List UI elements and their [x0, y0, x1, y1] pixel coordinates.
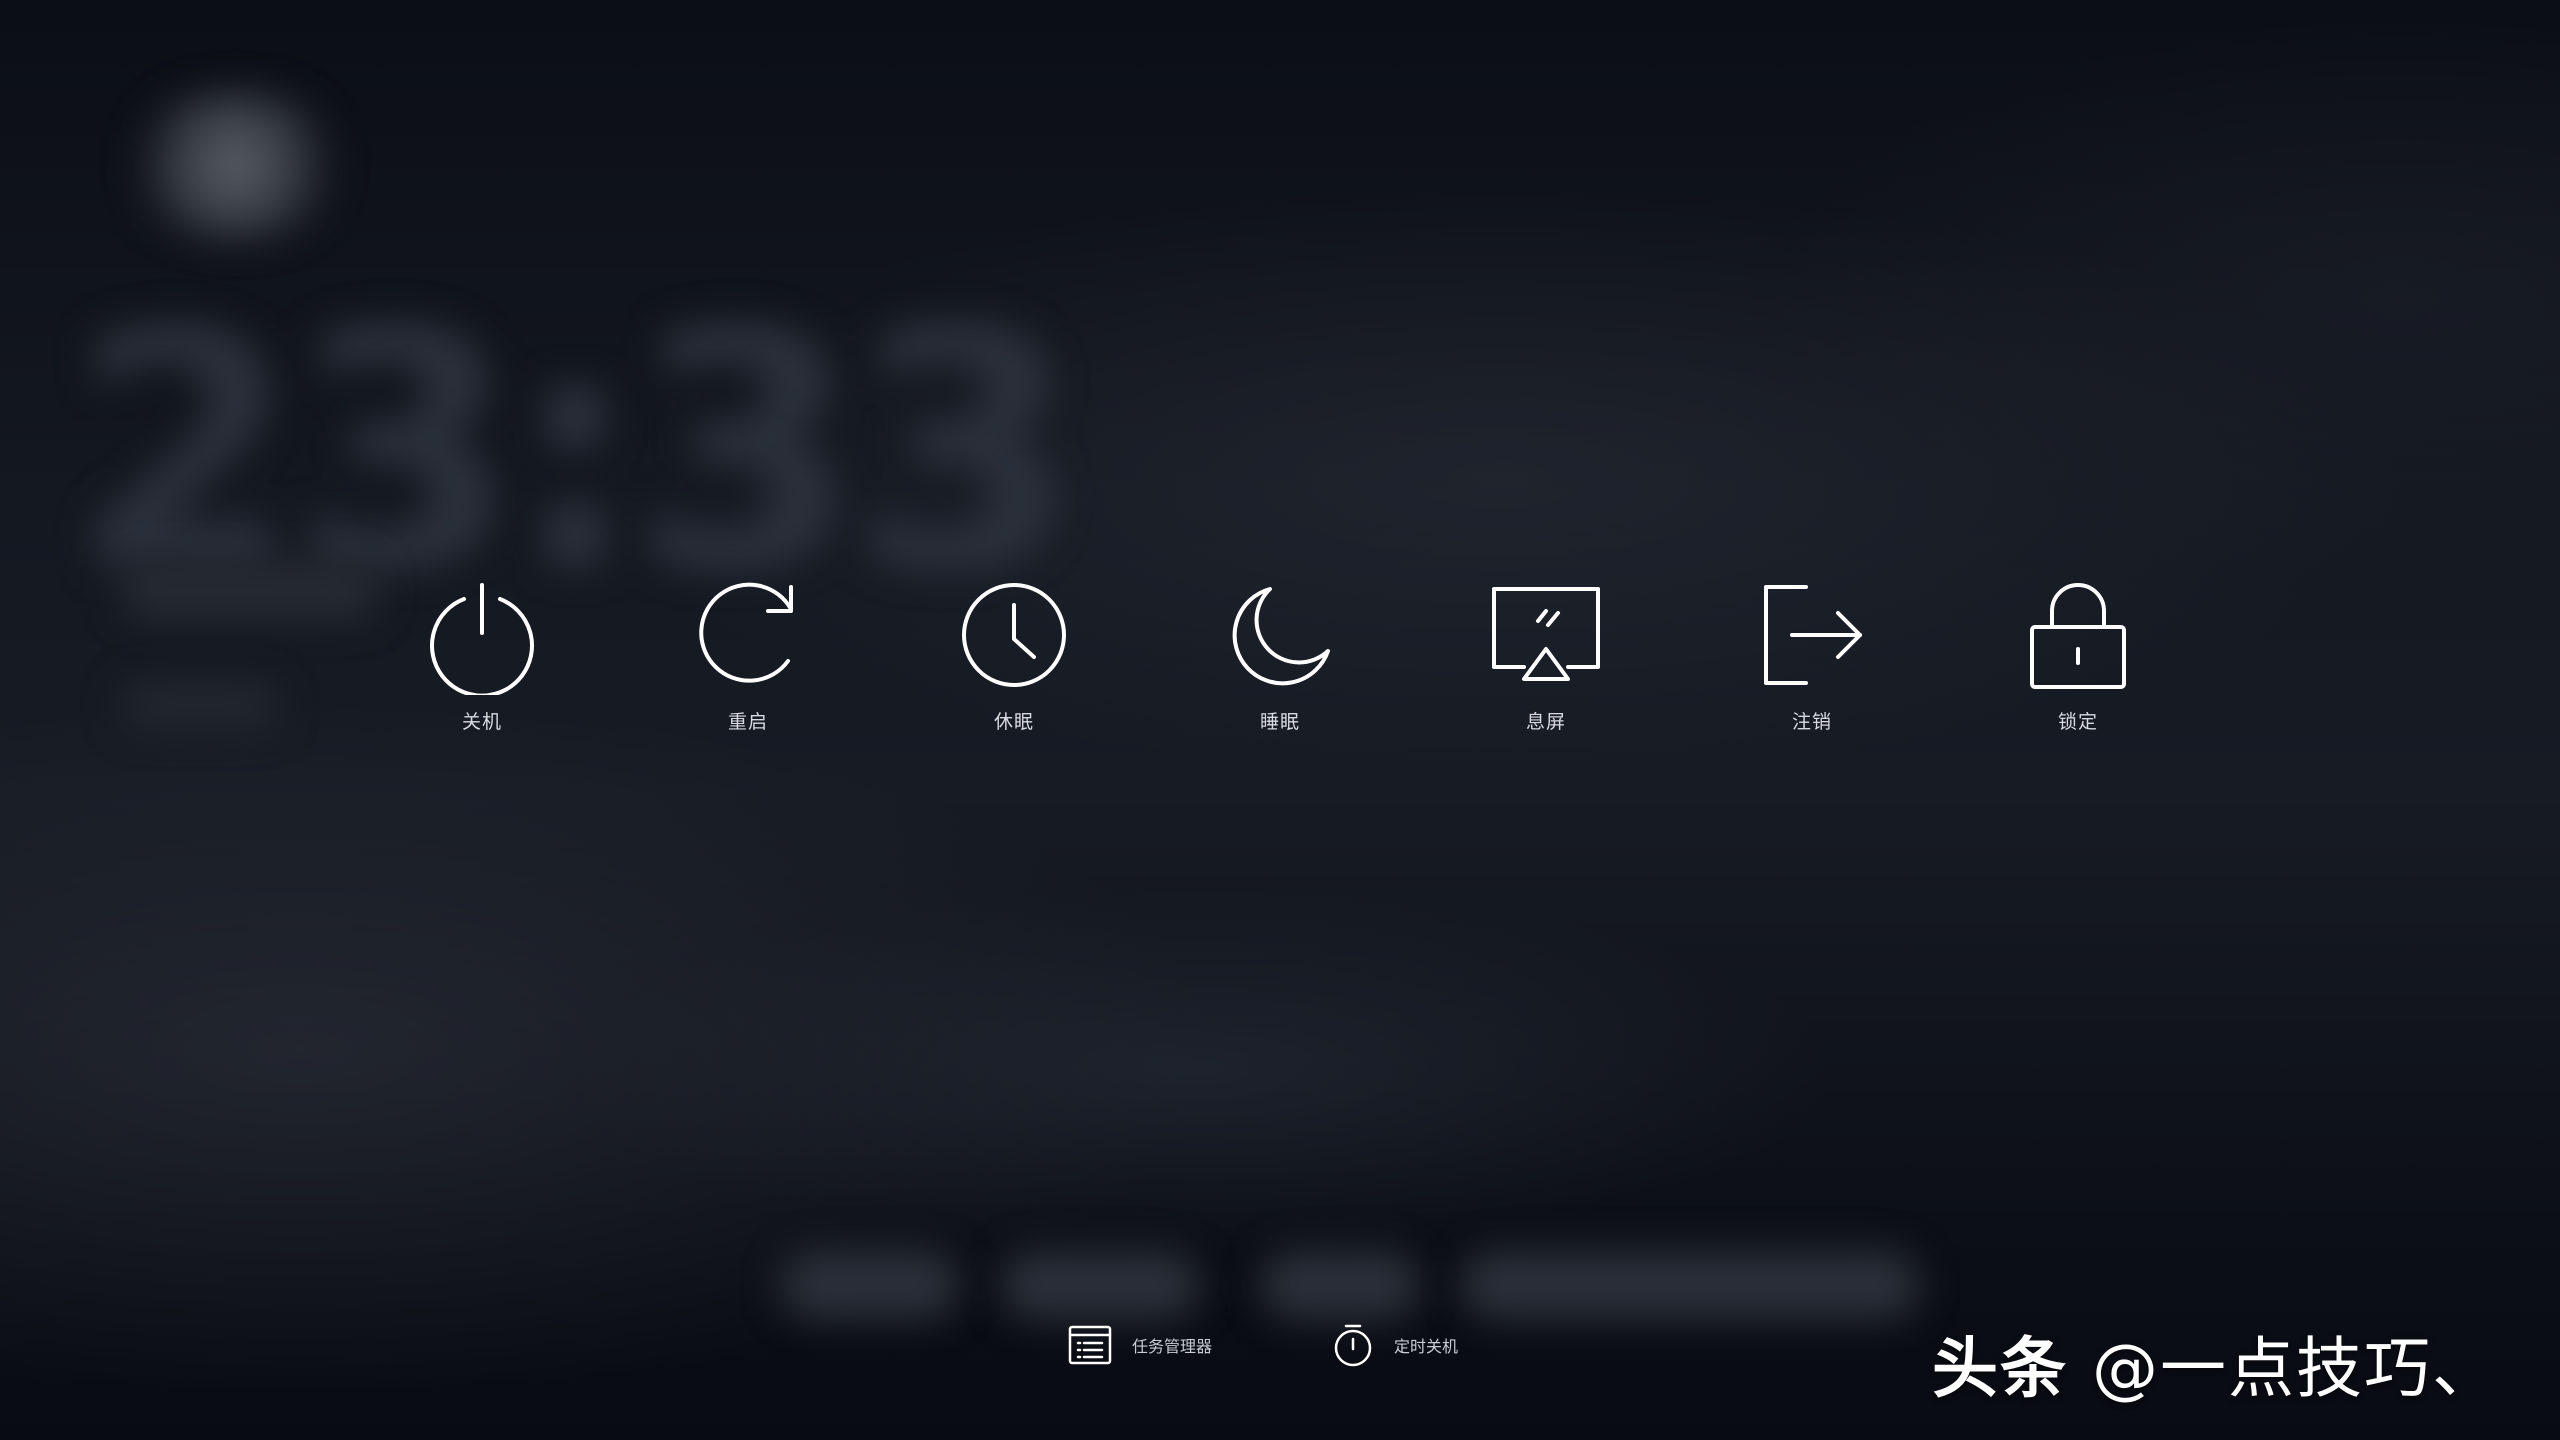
clock-icon — [954, 575, 1074, 695]
task-manager-button[interactable]: 任务管理器 — [1068, 1318, 1212, 1372]
shutdown-label: 关机 — [461, 711, 502, 733]
shutdown-button[interactable]: 关机 — [382, 575, 582, 755]
watermark-brand: 头条 — [1932, 1330, 2068, 1407]
sleep-button[interactable]: 睡眠 — [1180, 575, 1380, 755]
task-manager-label: 任务管理器 — [1132, 1337, 1213, 1356]
lock-label: 锁定 — [2057, 711, 2098, 733]
stopwatch-icon — [1332, 1323, 1374, 1367]
monitor-icon — [1486, 575, 1606, 695]
screen-off-label: 息屏 — [1525, 711, 1566, 733]
logout-label: 注销 — [1791, 711, 1832, 733]
background-blur-pill — [780, 1250, 960, 1320]
watermark: 头条 @一点技巧、 — [1932, 1318, 2500, 1408]
screen-off-button[interactable]: 息屏 — [1446, 575, 1646, 755]
sleep-label: 睡眠 — [1259, 711, 1300, 733]
restart-icon — [688, 575, 808, 695]
hibernate-button[interactable]: 休眠 — [914, 575, 1114, 755]
logout-icon — [1752, 575, 1872, 695]
power-menu-screen: 23:33 关机 重启 休眠 睡眠 息屏 注销 锁定 任务管理器 定时关机 头条… — [0, 0, 2560, 1440]
hibernate-label: 休眠 — [993, 711, 1034, 733]
background-blur-pill — [1460, 1250, 1920, 1320]
background-blur-pill — [1000, 1250, 1200, 1320]
lock-button[interactable]: 锁定 — [1978, 575, 2178, 755]
background-blur-pill — [1260, 1250, 1420, 1320]
task-list-icon — [1068, 1325, 1112, 1365]
lock-icon — [2018, 575, 2138, 695]
background-blur-avatar — [120, 90, 350, 240]
restart-button[interactable]: 重启 — [648, 575, 848, 755]
power-icon — [422, 575, 542, 695]
power-options-row: 关机 重启 休眠 睡眠 息屏 注销 锁定 — [0, 575, 2560, 755]
timed-shutdown-label: 定时关机 — [1394, 1337, 1459, 1356]
timed-shutdown-button[interactable]: 定时关机 — [1332, 1318, 1458, 1372]
logout-button[interactable]: 注销 — [1712, 575, 1912, 755]
watermark-handle: @一点技巧、 — [2092, 1330, 2500, 1407]
restart-label: 重启 — [727, 711, 768, 733]
moon-icon — [1220, 575, 1340, 695]
